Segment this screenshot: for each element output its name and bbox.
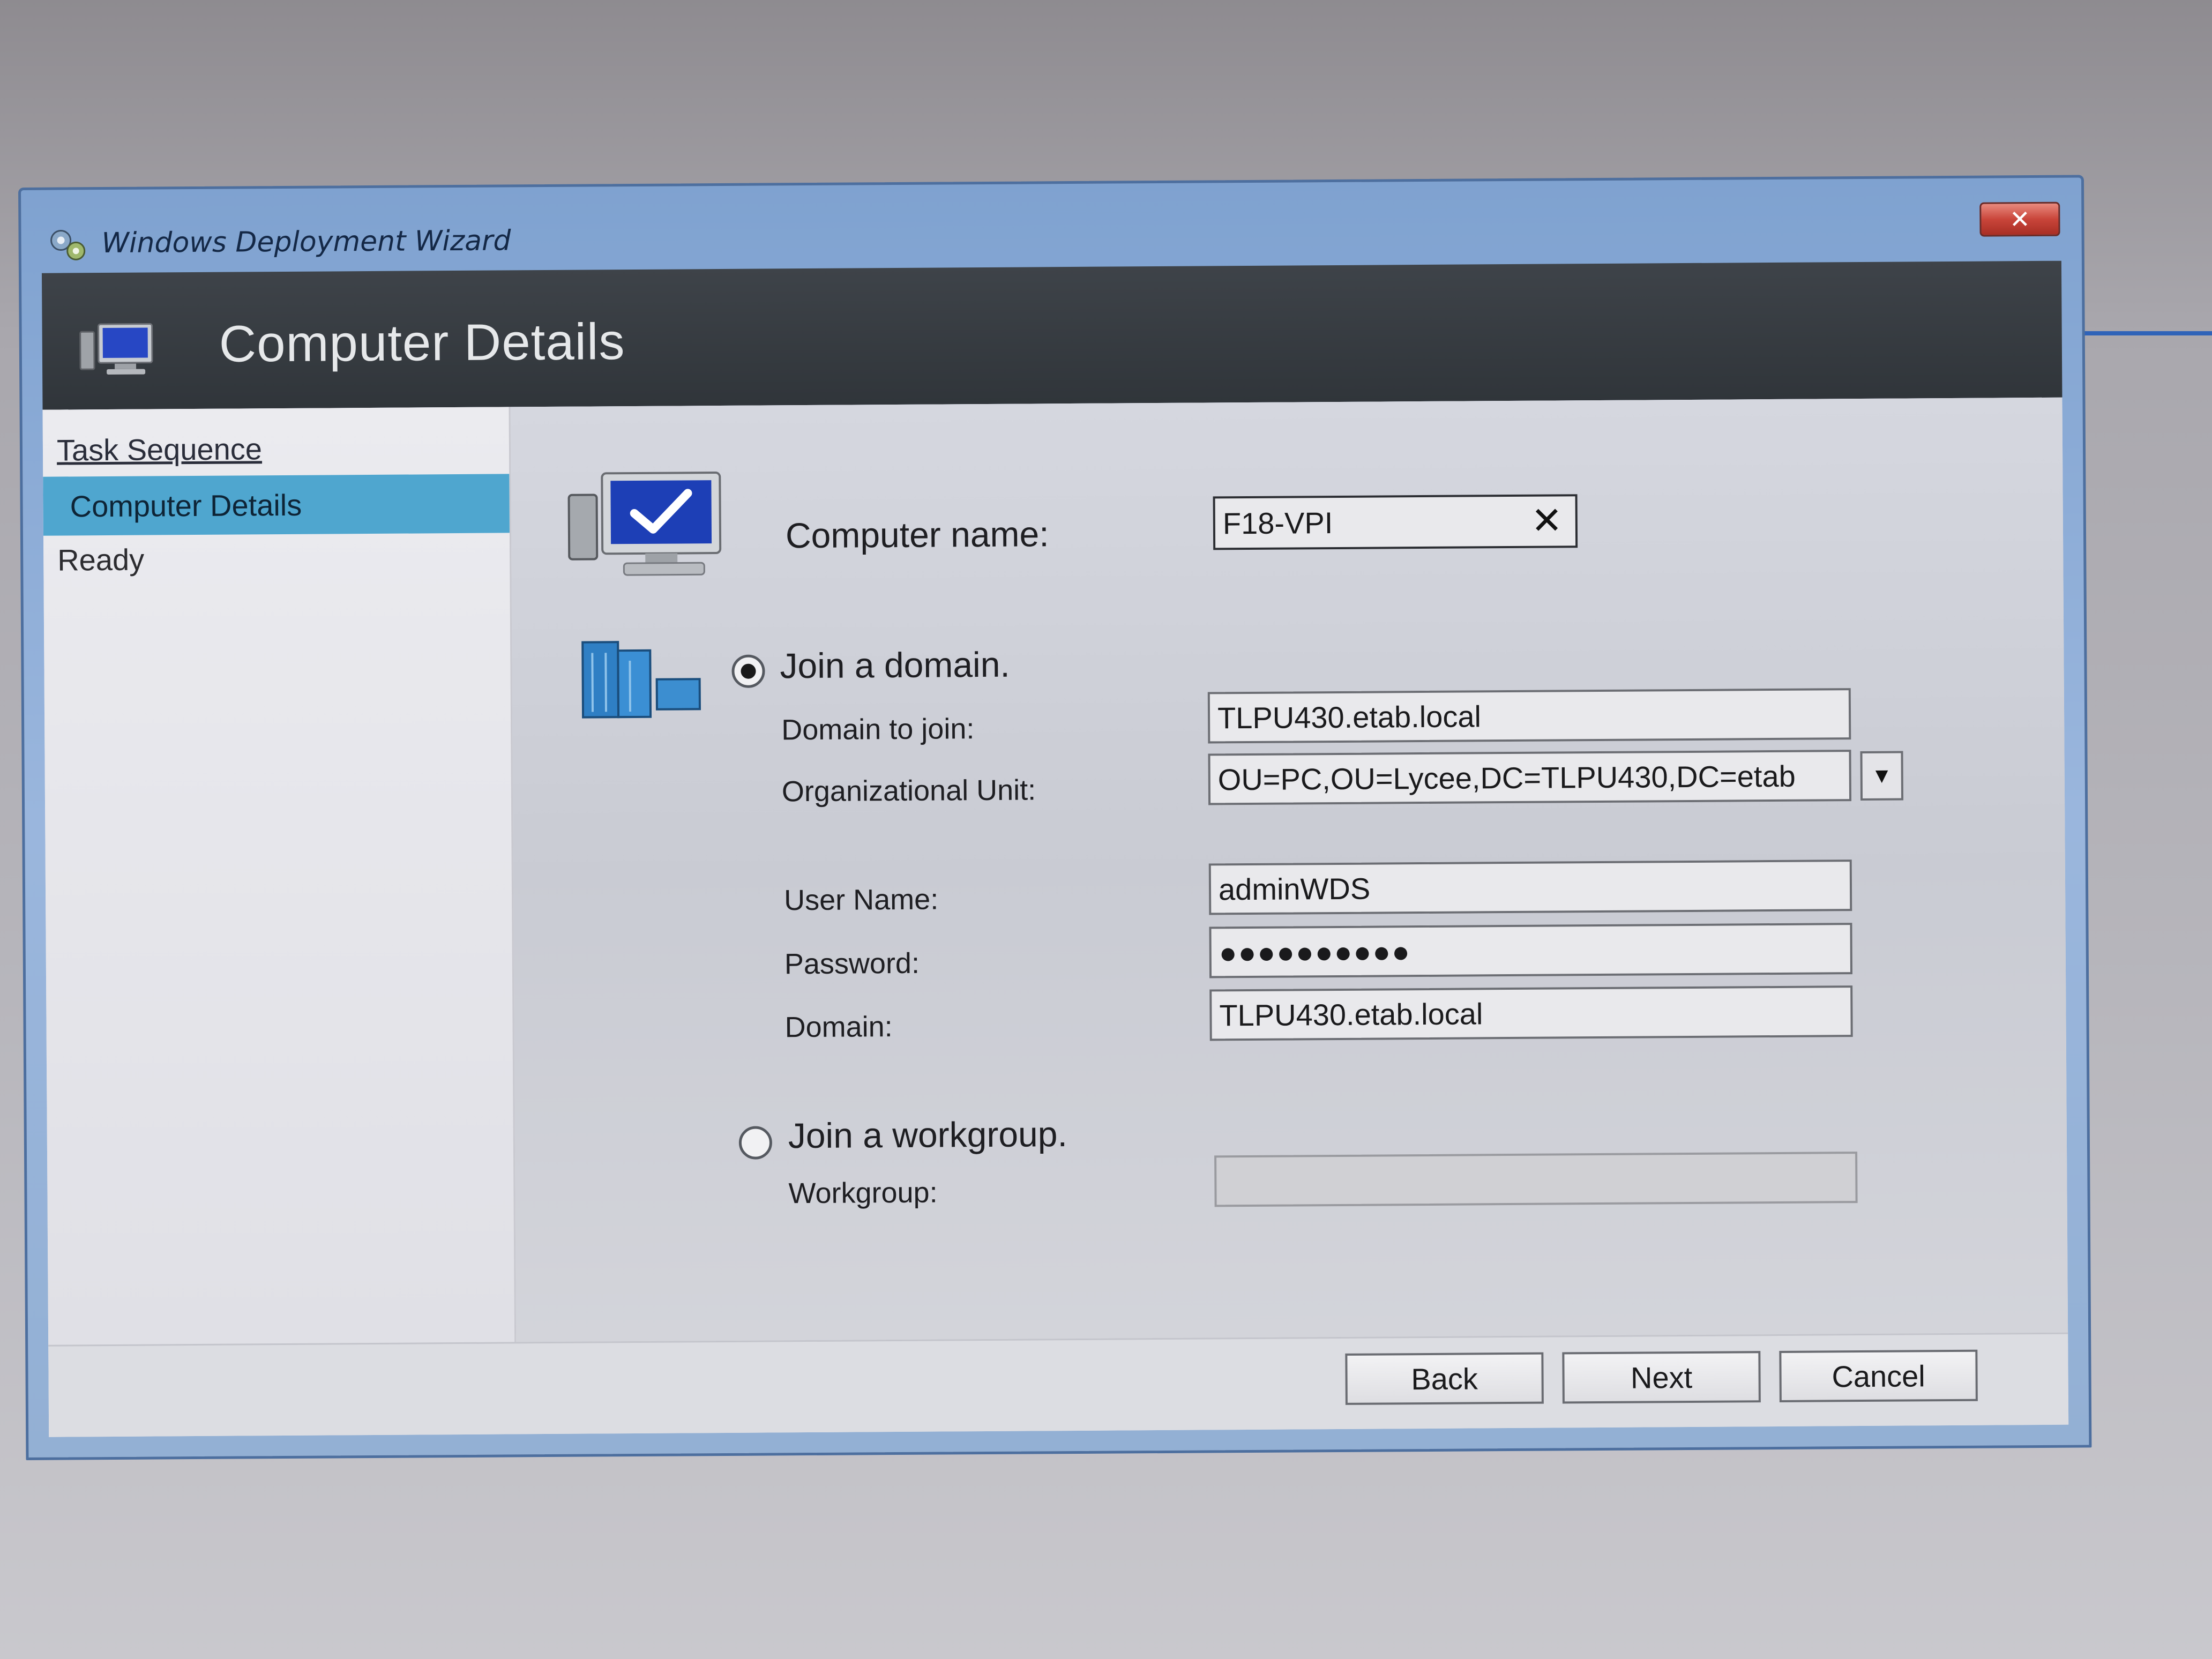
domain-input[interactable]: TLPU430.etab.local: [1209, 985, 1853, 1041]
domain-value: TLPU430.etab.local: [1219, 996, 1483, 1032]
page-title: Computer Details: [219, 313, 625, 373]
domain-to-join-label: Domain to join:: [781, 713, 975, 746]
workgroup-input[interactable]: [1214, 1152, 1858, 1207]
wizard-icon: [50, 230, 86, 260]
join-workgroup-label: Join a workgroup.: [788, 1114, 1068, 1156]
next-button[interactable]: Next: [1562, 1351, 1761, 1404]
user-name-value: adminWDS: [1218, 871, 1371, 906]
computer-check-icon: [567, 472, 722, 576]
computer-name-label: Computer name:: [785, 514, 1049, 556]
client-area: Task Sequence Computer Details Ready Com…: [42, 397, 2069, 1437]
workgroup-label: Workgroup:: [788, 1176, 938, 1210]
domain-server-icon: [581, 641, 701, 719]
password-input[interactable]: ●●●●●●●●●●: [1209, 923, 1853, 978]
sidebar-item-ready[interactable]: Ready: [43, 527, 510, 589]
join-domain-label: Join a domain.: [780, 644, 1010, 686]
sidebar-item-computer-details[interactable]: Computer Details: [43, 474, 510, 536]
titlebar: Windows Deployment Wizard ✕: [21, 177, 2082, 270]
wizard-steps-sidebar: Task Sequence Computer Details Ready: [42, 407, 517, 1345]
computer-name-value: F18-VPI: [1222, 505, 1333, 540]
join-domain-radio[interactable]: [731, 654, 765, 688]
organizational-unit-input[interactable]: OU=PC,OU=Lycee,DC=TLPU430,DC=etab: [1208, 750, 1852, 805]
domain-to-join-value: TLPU430.etab.local: [1217, 699, 1482, 735]
computer-details-form: Computer name: F18-VPI ✕ Join a domain. …: [510, 397, 2068, 1342]
chevron-down-icon: ▼: [1871, 764, 1893, 788]
background-accent-line: [2084, 331, 2212, 335]
close-icon: ✕: [2009, 205, 2030, 234]
window-title: Windows Deployment Wizard: [101, 225, 511, 260]
back-button[interactable]: Back: [1345, 1352, 1544, 1405]
sidebar-item-task-sequence[interactable]: Task Sequence: [43, 417, 510, 479]
organizational-unit-label: Organizational Unit:: [781, 774, 1036, 808]
organizational-unit-value: OU=PC,OU=Lycee,DC=TLPU430,DC=etab: [1217, 759, 1796, 796]
join-workgroup-radio[interactable]: [738, 1126, 773, 1160]
computer-name-input[interactable]: F18-VPI ✕: [1213, 494, 1578, 550]
user-name-input[interactable]: adminWDS: [1208, 860, 1852, 915]
password-label: Password:: [784, 947, 920, 981]
computer-icon: [79, 323, 153, 375]
domain-to-join-input[interactable]: TLPU430.etab.local: [1207, 688, 1851, 744]
organizational-unit-dropdown[interactable]: ▼: [1860, 751, 1904, 801]
deployment-wizard-window: Windows Deployment Wizard ✕ Computer Det…: [18, 175, 2092, 1460]
header-banner: Computer Details: [41, 260, 2062, 410]
clear-icon[interactable]: ✕: [1531, 499, 1563, 541]
user-name-label: User Name:: [783, 883, 939, 917]
cancel-button[interactable]: Cancel: [1779, 1349, 1978, 1402]
password-value: ●●●●●●●●●●: [1219, 934, 1411, 969]
wizard-footer: Back Next Cancel: [48, 1332, 2069, 1437]
domain-label: Domain:: [784, 1011, 893, 1044]
close-button[interactable]: ✕: [1979, 201, 2060, 237]
